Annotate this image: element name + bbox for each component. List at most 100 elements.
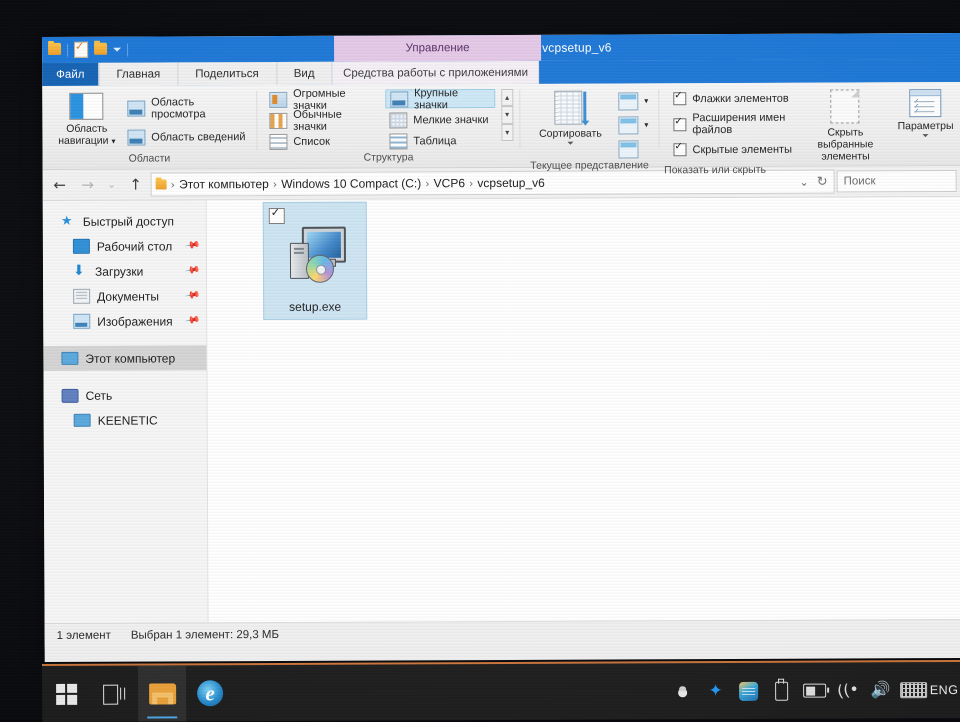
breadcrumb-item-1[interactable]: Windows 10 Compact (C:) [281,176,421,191]
tab-view[interactable]: Вид [276,61,333,85]
sort-by-button[interactable]: Сортировать [534,89,606,145]
back-button[interactable]: ← [47,173,73,197]
language-indicator[interactable]: ENG [930,662,960,718]
refresh-icon[interactable]: ↻ [817,174,828,189]
breadcrumb-item-3[interactable]: vcpsetup_v6 [477,176,544,190]
checkbox-icon[interactable] [673,117,687,131]
breadcrumb-item-0[interactable]: Этот компьютер [179,177,269,191]
file-list-view[interactable]: setup.exe [206,196,960,623]
checkbox-icon[interactable] [673,92,687,106]
recent-locations-button[interactable]: ⌄ [103,173,121,197]
sidebar-item-desktop[interactable]: Рабочий стол 📌 [43,233,206,259]
preview-pane-button[interactable]: Область просмотра [123,95,250,121]
breadcrumb-separator: › [468,176,474,190]
pin-icon[interactable]: 📌 [184,288,201,304]
details-view-icon [389,132,408,149]
pin-icon[interactable]: 📌 [183,238,200,254]
window-title: vcpsetup_v6 [542,40,612,55]
volume-button[interactable]: 🔊 [864,662,897,718]
sidebar-item-this-pc[interactable]: Этот компьютер [43,345,207,371]
item-checkbox[interactable] [268,207,285,225]
layout-small-icons[interactable]: Мелкие значки [385,110,495,129]
navigation-pane-button[interactable]: Область навигации ▾ [50,91,123,148]
sidebar-item-network[interactable]: Сеть [44,382,207,408]
sidebar-item-label: Документы [97,288,160,304]
properties-icon[interactable] [74,41,89,58]
sidebar-item-keenetic[interactable]: KEENETIC [44,407,207,433]
layout-list[interactable]: Список [265,132,381,152]
list-icon [269,133,288,150]
sidebar-item-documents[interactable]: Документы 📌 [43,283,206,309]
group-label-panes: Области [128,152,171,165]
sidebar-item-pictures[interactable]: Изображения 📌 [43,308,206,334]
preview-pane-label: Область просмотра [151,95,206,121]
list-item[interactable]: setup.exe [262,201,368,321]
details-pane-label: Область сведений [151,130,246,144]
usb-button[interactable] [765,663,798,719]
quick-access-toolbar[interactable] [42,37,129,63]
taskbar-item-file-explorer[interactable] [138,665,187,722]
large-icons-icon [390,90,409,107]
add-columns-button[interactable]: ▾ [614,91,652,110]
show-hidden-icons-button[interactable] [666,663,699,719]
pin-icon[interactable]: 📌 [184,313,201,329]
layout-scroll-buttons[interactable]: ▴ ▾ ▾ [500,88,514,141]
task-view-icon [103,685,125,703]
preview-pane-icon [127,100,146,117]
layout-extra-large-icons[interactable]: Огромные значки [265,87,381,111]
forward-button[interactable]: → [75,173,101,197]
layout-medium-icons[interactable]: Обычные значки [265,108,381,132]
tab-file[interactable]: Файл [42,62,100,86]
usb-safely-remove-icon [775,681,789,701]
navigation-pane-label-line2: навигации [58,134,109,147]
options-button[interactable]: ✓ ✓ ✓ Параметры [897,87,955,138]
folder-icon[interactable] [48,42,62,57]
expand-gallery-button[interactable]: ▾ [500,123,514,141]
chevron-down-icon[interactable]: ⌄ [799,175,808,188]
task-view-button[interactable] [90,666,138,722]
scroll-up-button[interactable]: ▴ [500,88,514,107]
pin-icon[interactable]: 📌 [184,263,201,279]
up-button[interactable]: ↑ [123,173,149,197]
item-checkboxes-option[interactable]: Флажки элементов [673,92,794,106]
chevron-down-icon[interactable] [567,141,574,145]
breadcrumb-item-2[interactable]: VCP6 [434,176,465,190]
tray-app-button[interactable] [732,663,765,719]
network-button[interactable]: ((• [831,662,864,718]
taskbar-item-internet-explorer[interactable]: e [186,665,234,721]
chevron-down-icon[interactable] [113,47,122,52]
layout-label: Мелкие значки [413,113,489,126]
keyboard-layout-button[interactable] [897,662,930,718]
search-input[interactable]: Поиск [836,170,957,193]
hidden-items-option[interactable]: Скрытые элементы [673,143,794,157]
ribbon-group-show-hide: Флажки элементов Расширения имен файлов … [659,82,960,176]
chevron-down-icon[interactable] [922,134,929,138]
sidebar-item-label: Изображения [97,313,173,329]
file-extensions-option[interactable]: Расширения имен файлов [673,112,794,137]
size-columns-button[interactable]: ▾ [614,115,652,134]
sidebar-item-downloads[interactable]: ⬇ Загрузки 📌 [43,258,206,284]
checkbox-icon[interactable] [673,143,687,157]
address-bar: ← → ⌄ ↑ › Этот компьютер › Windows 10 Co… [42,165,960,201]
windows-start-icon [55,683,77,705]
hide-selected-items-button[interactable]: Скрыть выбранные элементы [808,87,883,163]
scroll-down-button[interactable]: ▾ [500,106,514,124]
system-tray: ✦ ((• 🔊 ENG [666,662,960,719]
tab-application-tools[interactable]: Средства работы с приложениями [332,60,540,85]
start-button[interactable] [42,666,90,722]
details-pane-button[interactable]: Область сведений [123,127,250,147]
tab-share[interactable]: Поделиться [178,61,277,86]
options-icon: ✓ ✓ ✓ [909,89,942,118]
bluetooth-button[interactable]: ✦ [699,663,732,719]
language-label: ENG [929,683,959,698]
tab-home[interactable]: Главная [99,62,179,86]
battery-button[interactable] [798,663,831,719]
layout-large-icons[interactable]: Крупные значки [385,87,495,111]
size-all-columns-button[interactable] [614,139,652,158]
layout-details[interactable]: Таблица [385,131,495,150]
ribbon: Область навигации ▾ Область просмотра Об [42,81,960,176]
keyboard-icon [900,682,928,699]
sidebar-item-quick-access[interactable]: ★ Быстрый доступ [43,208,206,234]
new-folder-icon[interactable] [94,42,108,57]
